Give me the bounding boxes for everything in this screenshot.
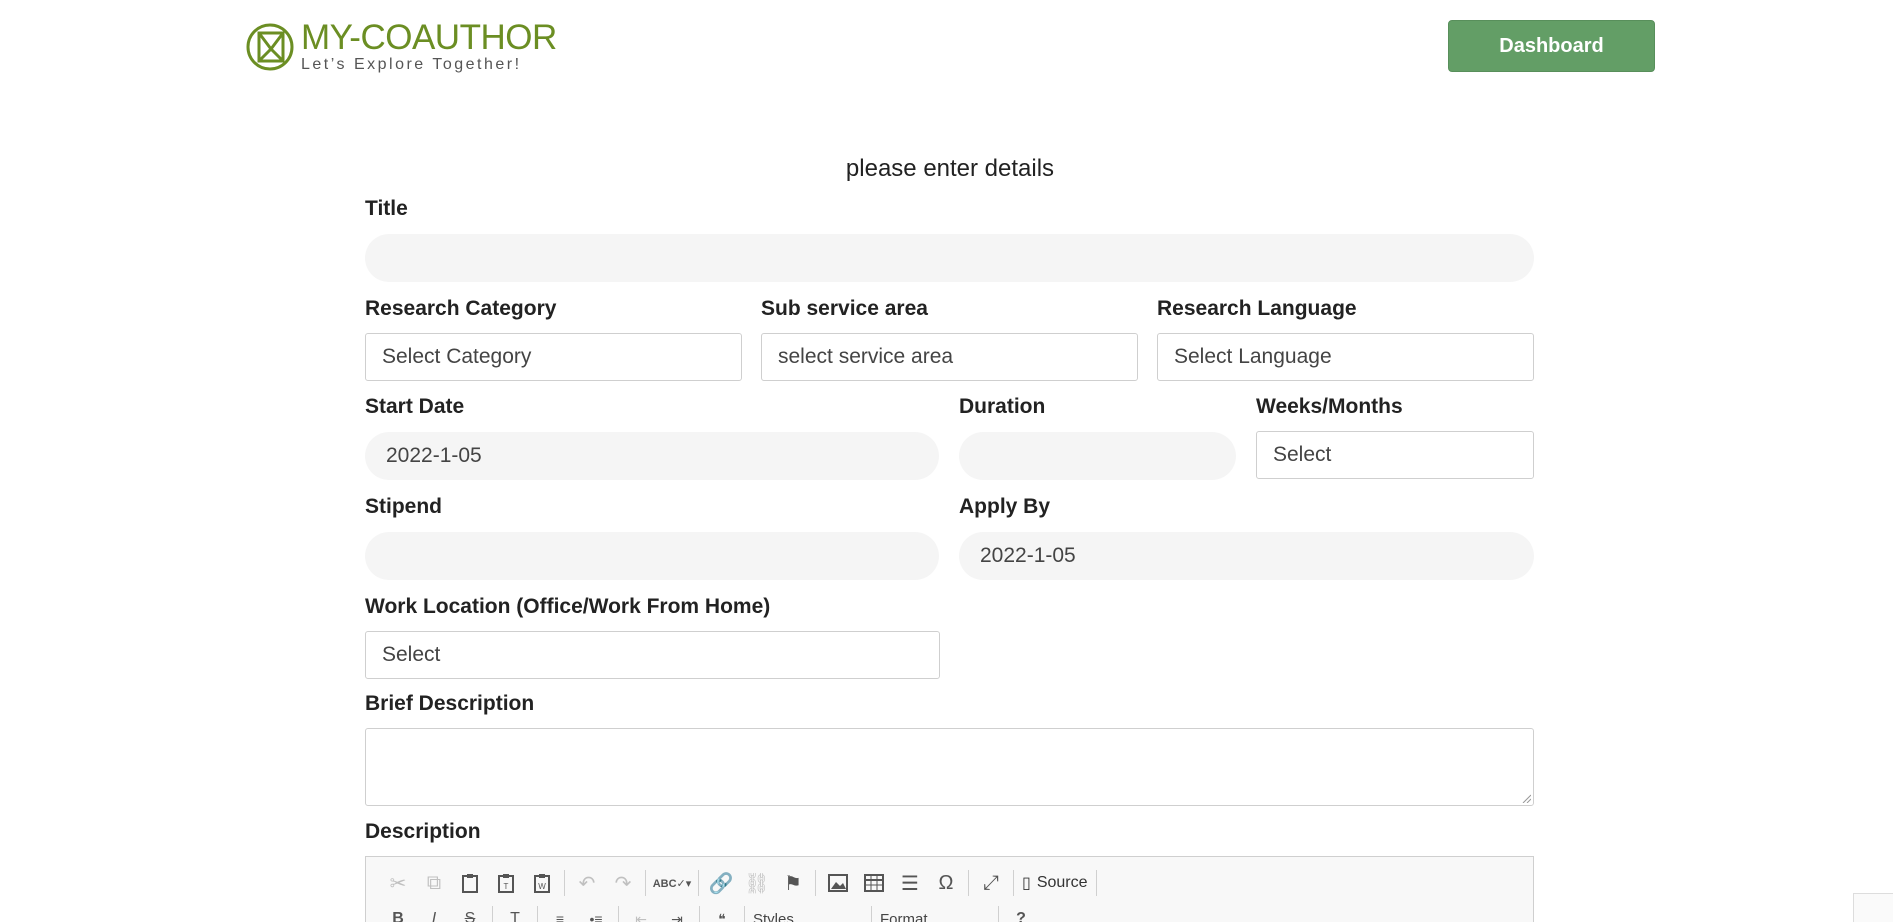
copy-icon[interactable]: ⧉ (420, 869, 448, 897)
title-label: Title (365, 197, 408, 220)
start-date-label: Start Date (365, 395, 465, 418)
outdent-icon[interactable]: ⇤ (627, 905, 655, 922)
source-icon: ▯ (1022, 875, 1031, 892)
start-date-input[interactable]: 2022-1-05 (365, 432, 939, 480)
blockquote-icon[interactable]: ❝ (708, 905, 736, 922)
logo-icon (246, 23, 294, 71)
form-heading: please enter details (845, 155, 1055, 182)
description-editor[interactable]: ✂ ⧉ T W ↶ ↷ ABC✓▾ 🔗 ⛓ ⚑ ☰ Ω ⤢ ▯ Source B… (365, 856, 1534, 922)
work-location-label: Work Location (Office/Work From Home) (365, 595, 771, 618)
sub-service-area-select[interactable]: select service area (761, 333, 1138, 381)
horizontal-line-icon[interactable]: ☰ (896, 869, 924, 897)
toolbar-separator (699, 906, 700, 922)
source-button[interactable]: ▯ Source (1022, 873, 1088, 893)
toolbar-separator (998, 906, 999, 922)
spellcheck-icon[interactable]: ABC✓▾ (653, 869, 692, 897)
undo-icon[interactable]: ↶ (573, 869, 601, 897)
brand-name: MY-COAUTHOR (301, 18, 557, 57)
page: MY-COAUTHOR Let’s Explore Together! Dash… (0, 0, 1893, 922)
toolbar-separator (537, 906, 538, 922)
svg-text:T: T (504, 882, 509, 891)
sub-service-area-label: Sub service area (761, 297, 928, 320)
brief-description-textarea[interactable] (365, 728, 1534, 806)
brand-logo[interactable]: MY-COAUTHOR Let’s Explore Together! (245, 20, 557, 74)
duration-label: Duration (959, 395, 1046, 418)
work-location-select[interactable]: Select (365, 631, 940, 679)
apply-by-label: Apply By (959, 495, 1051, 518)
resize-handle-icon[interactable] (1521, 793, 1531, 803)
research-language-select[interactable]: Select Language (1157, 333, 1534, 381)
brand-tagline: Let’s Explore Together! (301, 56, 522, 73)
description-label: Description (365, 820, 481, 843)
stipend-label: Stipend (365, 495, 442, 518)
duration-input[interactable] (959, 432, 1236, 480)
apply-by-input[interactable]: 2022-1-05 (959, 532, 1534, 580)
toolbar-separator (618, 906, 619, 922)
brief-description-label: Brief Description (365, 692, 535, 715)
svg-text:W: W (538, 882, 546, 891)
format-dropdown[interactable]: Format (880, 911, 990, 922)
editor-toolbar-row-2: B I S T ≡ •≡ ⇤ ⇥ ❝ Styles Format ? (384, 905, 1043, 922)
title-input[interactable] (365, 234, 1534, 282)
corner-widget[interactable] (1853, 893, 1893, 922)
research-category-select[interactable]: Select Category (365, 333, 742, 381)
toolbar-separator (492, 906, 493, 922)
styles-dropdown[interactable]: Styles (753, 911, 863, 922)
italic-icon[interactable]: I (420, 905, 448, 922)
help-icon[interactable]: ? (1007, 905, 1035, 922)
weeks-months-select[interactable]: Select (1256, 431, 1534, 479)
dashboard-button[interactable]: Dashboard (1448, 20, 1655, 72)
paste-text-icon[interactable]: T (492, 869, 520, 897)
toolbar-separator (1095, 870, 1097, 896)
stipend-input[interactable] (365, 532, 939, 580)
bulleted-list-icon[interactable]: •≡ (582, 905, 610, 922)
toolbar-separator (1013, 870, 1014, 896)
image-icon[interactable] (824, 869, 852, 897)
bold-icon[interactable]: B (384, 905, 412, 922)
toolbar-separator (645, 870, 646, 896)
paste-icon[interactable] (456, 869, 484, 897)
redo-icon[interactable]: ↷ (609, 869, 637, 897)
unlink-icon[interactable]: ⛓ (743, 869, 771, 897)
table-icon[interactable] (860, 869, 888, 897)
maximize-icon[interactable]: ⤢ (977, 869, 1005, 897)
cut-icon[interactable]: ✂ (384, 869, 412, 897)
paste-word-icon[interactable]: W (528, 869, 556, 897)
toolbar-separator (564, 870, 565, 896)
anchor-icon[interactable]: ⚑ (779, 869, 807, 897)
toolbar-separator (871, 906, 872, 922)
indent-icon[interactable]: ⇥ (663, 905, 691, 922)
weeks-months-label: Weeks/Months (1256, 395, 1403, 418)
toolbar-separator (815, 870, 816, 896)
editor-toolbar-row-1: ✂ ⧉ T W ↶ ↷ ABC✓▾ 🔗 ⛓ ⚑ ☰ Ω ⤢ ▯ Source (384, 869, 1105, 897)
numbered-list-icon[interactable]: ≡ (546, 905, 574, 922)
special-char-icon[interactable]: Ω (932, 869, 960, 897)
toolbar-separator (744, 906, 745, 922)
strike-icon[interactable]: S (456, 905, 484, 922)
toolbar-separator (968, 870, 969, 896)
research-language-label: Research Language (1157, 297, 1357, 320)
research-category-label: Research Category (365, 297, 557, 320)
toolbar-separator (698, 870, 699, 896)
remove-format-icon[interactable]: T (501, 905, 529, 922)
source-label: Source (1036, 874, 1088, 891)
link-icon[interactable]: 🔗 (707, 869, 735, 897)
